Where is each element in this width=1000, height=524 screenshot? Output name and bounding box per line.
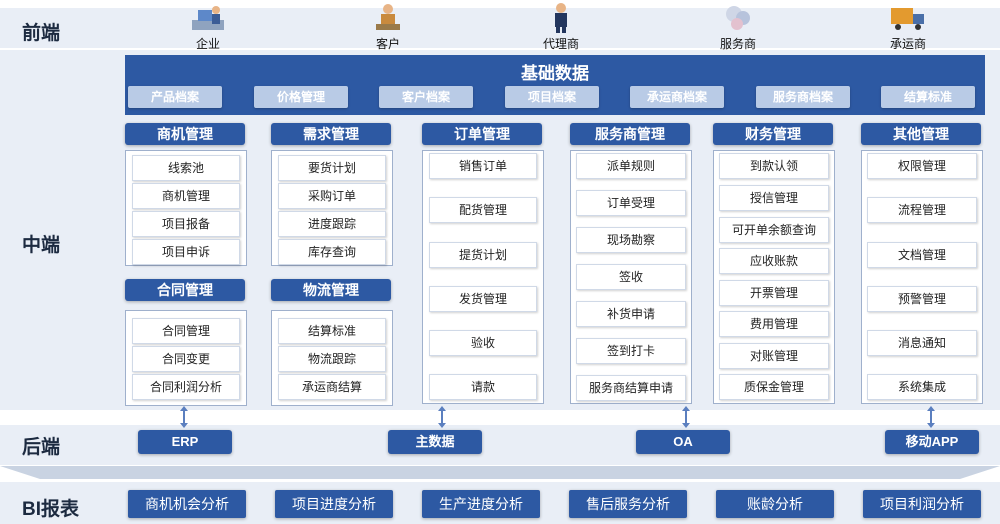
item-settlement-standard[interactable]: 结算标准: [278, 318, 386, 344]
actor-enterprise-label: 企业: [195, 37, 220, 51]
item-notifications[interactable]: 消息通知: [867, 330, 977, 356]
basic-item-carrier[interactable]: 承运商档案: [630, 86, 724, 108]
item-credit[interactable]: 授信管理: [719, 185, 829, 211]
module-header-opportunity[interactable]: 商机管理: [125, 123, 245, 145]
item-warranty-deposit[interactable]: 质保金管理: [719, 374, 829, 400]
basic-item-product[interactable]: 产品档案: [128, 86, 222, 108]
item-dispatch-rules[interactable]: 派单规则: [576, 153, 686, 179]
item-sales-order[interactable]: 销售订单: [429, 153, 537, 179]
service-provider-icon: [726, 6, 750, 30]
module-header-service-provider[interactable]: 服务商管理: [570, 123, 690, 145]
module-header-contract[interactable]: 合同管理: [125, 279, 245, 301]
item-project-report[interactable]: 项目报备: [132, 211, 240, 237]
item-receivables[interactable]: 应收账款: [719, 248, 829, 274]
item-order-acceptance[interactable]: 订单受理: [576, 190, 686, 216]
item-contract-profit[interactable]: 合同利润分析: [132, 374, 240, 400]
arrow-erp: [180, 406, 188, 428]
basic-data-title: 基础数据: [521, 64, 589, 83]
item-expenses[interactable]: 费用管理: [719, 311, 829, 337]
module-header-demand[interactable]: 需求管理: [271, 123, 391, 145]
item-workflow[interactable]: 流程管理: [867, 197, 977, 223]
item-logistics-tracking[interactable]: 物流跟踪: [278, 346, 386, 372]
group-other: [861, 150, 983, 404]
front-label: 前端: [22, 23, 61, 44]
item-inventory-query[interactable]: 库存查询: [278, 239, 386, 265]
bi-production-progress-analysis[interactable]: 生产进度分析: [422, 490, 540, 518]
module-header-other[interactable]: 其他管理: [861, 123, 981, 145]
item-acceptance[interactable]: 验收: [429, 330, 537, 356]
group-order: [422, 150, 544, 404]
item-demand-plan[interactable]: 要货计划: [278, 155, 386, 181]
item-payment-request[interactable]: 请款: [429, 374, 537, 400]
basic-item-service-provider[interactable]: 服务商档案: [756, 86, 850, 108]
bi-project-progress-analysis[interactable]: 项目进度分析: [275, 490, 393, 518]
item-documents[interactable]: 文档管理: [867, 242, 977, 268]
front-band: [0, 8, 1000, 48]
enterprise-icon: [192, 6, 224, 30]
actor-service-provider-label: 服务商: [719, 37, 756, 51]
bi-aging-analysis[interactable]: 账龄分析: [716, 490, 834, 518]
item-carrier-settlement[interactable]: 承运商结算: [278, 374, 386, 400]
actor-agent: 代理商: [516, 2, 606, 52]
item-system-integration[interactable]: 系统集成: [867, 374, 977, 400]
bi-project-profit-analysis[interactable]: 项目利润分析: [863, 490, 981, 518]
item-balance-query[interactable]: 可开单余额查询: [719, 217, 829, 243]
item-allocation[interactable]: 配货管理: [429, 197, 537, 223]
basic-item-settlement[interactable]: 结算标准: [881, 86, 975, 108]
module-header-order[interactable]: 订单管理: [422, 123, 542, 145]
actor-enterprise: 企业: [163, 2, 253, 52]
funnel-divider: [0, 466, 1000, 480]
arrow-oa: [682, 406, 690, 428]
basic-item-price[interactable]: 价格管理: [254, 86, 348, 108]
basic-data-panel: 基础数据 产品档案 价格管理 客户档案 项目档案 承运商档案 服务商档案 结算标…: [125, 55, 985, 115]
arrow-mobile-app: [927, 406, 935, 428]
item-shipping[interactable]: 发货管理: [429, 286, 537, 312]
middle-label: 中端: [22, 235, 61, 256]
actor-carrier: 承运商: [863, 2, 953, 52]
backend-master-data[interactable]: 主数据: [388, 430, 482, 454]
item-lead-pool[interactable]: 线索池: [132, 155, 240, 181]
module-header-finance[interactable]: 财务管理: [713, 123, 833, 145]
backend-mobile-app[interactable]: 移动APP: [885, 430, 979, 454]
item-check-in[interactable]: 签到打卡: [576, 338, 686, 364]
item-payment-claim[interactable]: 到款认领: [719, 153, 829, 179]
arrow-master-data: [438, 406, 446, 428]
actor-agent-label: 代理商: [542, 37, 579, 51]
item-project-appeal[interactable]: 项目申诉: [132, 239, 240, 265]
item-contract-change[interactable]: 合同变更: [132, 346, 240, 372]
backend-erp[interactable]: ERP: [138, 430, 232, 454]
bi-opportunity-analysis[interactable]: 商机机会分析: [128, 490, 246, 518]
actor-customer-label: 客户: [375, 37, 400, 51]
back-label: 后端: [22, 437, 61, 458]
item-invoicing[interactable]: 开票管理: [719, 280, 829, 306]
item-replenishment[interactable]: 补货申请: [576, 301, 686, 327]
actor-service-provider: 服务商: [693, 2, 783, 52]
item-pickup-plan[interactable]: 提货计划: [429, 242, 537, 268]
item-sign-receipt[interactable]: 签收: [576, 264, 686, 290]
basic-item-customer[interactable]: 客户档案: [379, 86, 473, 108]
item-site-survey[interactable]: 现场勘察: [576, 227, 686, 253]
item-reconciliation[interactable]: 对账管理: [719, 343, 829, 369]
agent-icon: [555, 3, 567, 33]
backend-oa[interactable]: OA: [636, 430, 730, 454]
bi-after-sales-analysis[interactable]: 售后服务分析: [569, 490, 687, 518]
basic-item-project[interactable]: 项目档案: [505, 86, 599, 108]
item-contract-management[interactable]: 合同管理: [132, 318, 240, 344]
item-progress-tracking[interactable]: 进度跟踪: [278, 211, 386, 237]
item-alerts[interactable]: 预警管理: [867, 286, 977, 312]
item-provider-settlement[interactable]: 服务商结算申请: [576, 375, 686, 401]
actor-carrier-label: 承运商: [889, 37, 926, 51]
carrier-truck-icon: [891, 8, 924, 30]
bi-label: BI报表: [22, 499, 80, 520]
customer-icon: [376, 4, 400, 30]
actor-customer: 客户: [343, 2, 433, 52]
item-opportunity-management[interactable]: 商机管理: [132, 183, 240, 209]
item-purchase-order[interactable]: 采购订单: [278, 183, 386, 209]
module-header-logistics[interactable]: 物流管理: [271, 279, 391, 301]
item-permissions[interactable]: 权限管理: [867, 153, 977, 179]
